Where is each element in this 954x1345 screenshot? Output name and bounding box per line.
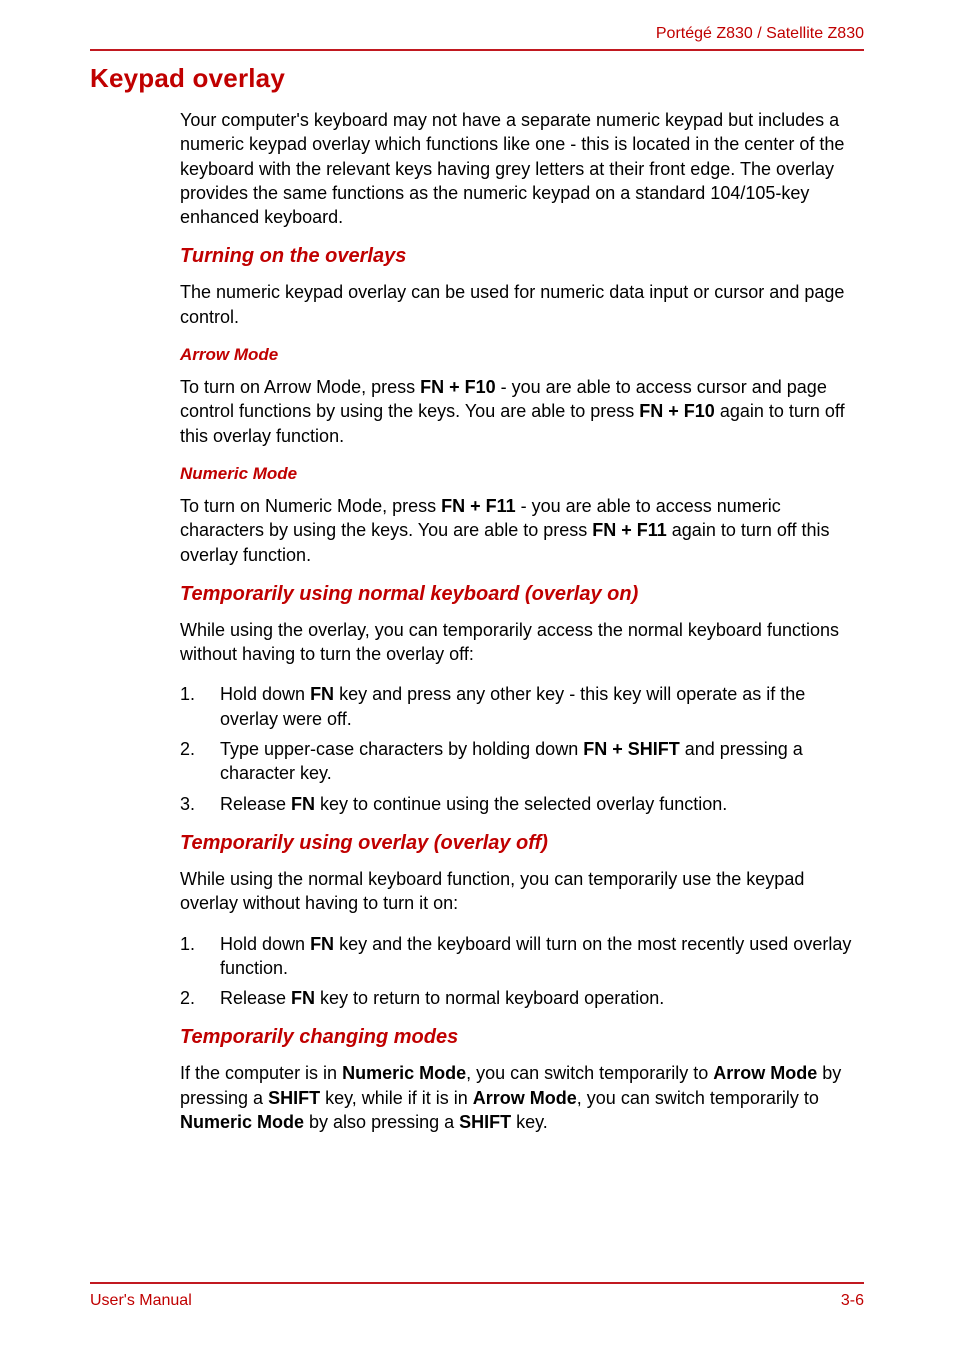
key-fn: FN [291, 988, 315, 1008]
mode-numeric: Numeric Mode [342, 1063, 466, 1083]
list-text: Type upper-case characters by holding do… [220, 737, 864, 786]
list-item: 1. Hold down FN key and the keyboard wil… [180, 932, 864, 981]
text: To turn on Arrow Mode, press [180, 377, 420, 397]
text: key. [511, 1112, 548, 1132]
list-number: 1. [180, 682, 220, 731]
heading-keypad-overlay: Keypad overlay [90, 63, 864, 94]
key-fn: FN [291, 794, 315, 814]
intro-paragraph: Your computer's keyboard may not have a … [180, 108, 864, 229]
list-text: Release FN key to return to normal keybo… [220, 986, 864, 1010]
heading-temp-normal-keyboard: Temporarily using normal keyboard (overl… [180, 583, 864, 606]
list-number: 2. [180, 737, 220, 786]
heading-arrow-mode: Arrow Mode [180, 345, 864, 365]
mode-arrow: Arrow Mode [713, 1063, 817, 1083]
page-footer: User's Manual 3-6 [90, 1282, 864, 1310]
text: key to continue using the selected overl… [315, 794, 727, 814]
list-item: 1. Hold down FN key and press any other … [180, 682, 864, 731]
key-fn: FN [310, 684, 334, 704]
list-text: Release FN key to continue using the sel… [220, 792, 864, 816]
list-text: Hold down FN key and press any other key… [220, 682, 864, 731]
text: by also pressing a [304, 1112, 459, 1132]
key-shift: SHIFT [268, 1088, 320, 1108]
heading-temp-changing-modes: Temporarily changing modes [180, 1026, 864, 1049]
key-fn-f10: FN + F10 [420, 377, 496, 397]
header-product-line: Portégé Z830 / Satellite Z830 [90, 25, 864, 49]
para-arrow-mode: To turn on Arrow Mode, press FN + F10 - … [180, 375, 864, 448]
list-item: 3. Release FN key to continue using the … [180, 792, 864, 816]
footer-page-number: 3-6 [841, 1292, 864, 1310]
para-temp-overlay-off-intro: While using the normal keyboard function… [180, 867, 864, 916]
key-fn: FN [310, 934, 334, 954]
para-overlays-intro: The numeric keypad overlay can be used f… [180, 280, 864, 329]
heading-temp-overlay-off: Temporarily using overlay (overlay off) [180, 832, 864, 855]
footer-rule [90, 1282, 864, 1284]
key-fn-f11: FN + F11 [592, 520, 667, 540]
text: Release [220, 988, 291, 1008]
list-temp-overlay-off: 1. Hold down FN key and the keyboard wil… [180, 932, 864, 1011]
mode-numeric: Numeric Mode [180, 1112, 304, 1132]
list-item: 2. Type upper-case characters by holding… [180, 737, 864, 786]
text: Type upper-case characters by holding do… [220, 739, 583, 759]
text: Release [220, 794, 291, 814]
list-temp-normal: 1. Hold down FN key and press any other … [180, 682, 864, 815]
list-text: Hold down FN key and the keyboard will t… [220, 932, 864, 981]
key-fn-shift: FN + SHIFT [583, 739, 680, 759]
text: Hold down [220, 684, 310, 704]
footer-left: User's Manual [90, 1292, 192, 1310]
key-fn-f10: FN + F10 [639, 401, 715, 421]
text: , you can switch temporarily to [466, 1063, 713, 1083]
para-temp-changing-modes: If the computer is in Numeric Mode, you … [180, 1061, 864, 1134]
list-number: 3. [180, 792, 220, 816]
header-rule [90, 49, 864, 51]
text: If the computer is in [180, 1063, 342, 1083]
heading-numeric-mode: Numeric Mode [180, 464, 864, 484]
key-shift: SHIFT [459, 1112, 511, 1132]
key-fn-f11: FN + F11 [441, 496, 516, 516]
text: key to return to normal keyboard operati… [315, 988, 664, 1008]
para-temp-normal-intro: While using the overlay, you can tempora… [180, 618, 864, 667]
text: , you can switch temporarily to [577, 1088, 819, 1108]
para-numeric-mode: To turn on Numeric Mode, press FN + F11 … [180, 494, 864, 567]
mode-arrow: Arrow Mode [473, 1088, 577, 1108]
list-number: 2. [180, 986, 220, 1010]
list-item: 2. Release FN key to return to normal ke… [180, 986, 864, 1010]
list-number: 1. [180, 932, 220, 981]
content-block: Your computer's keyboard may not have a … [180, 108, 864, 1134]
heading-turning-on-overlays: Turning on the overlays [180, 245, 864, 268]
text: Hold down [220, 934, 310, 954]
text: To turn on Numeric Mode, press [180, 496, 441, 516]
text: key, while if it is in [320, 1088, 473, 1108]
